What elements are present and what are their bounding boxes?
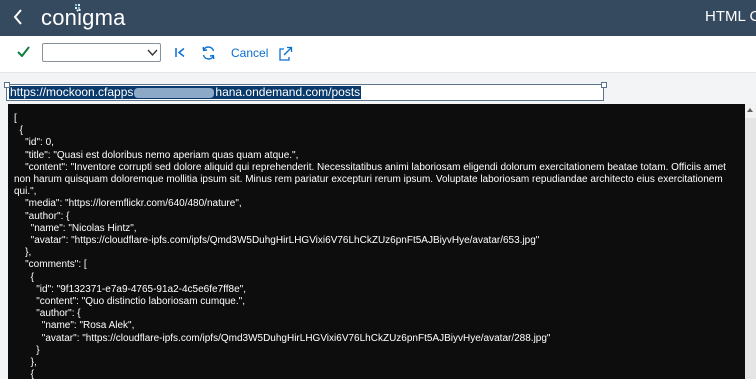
- url-redacted: [134, 87, 215, 98]
- app-header: conigma HTML C: [0, 0, 756, 36]
- json-content: [ { "id": 0, "title": "Quasi est dolorib…: [14, 113, 744, 379]
- code-line: {: [14, 271, 35, 283]
- response-editor[interactable]: [ { "id": 0, "title": "Quasi est dolorib…: [8, 104, 745, 379]
- cancel-button[interactable]: Cancel: [231, 46, 268, 60]
- chevron-down-icon: [147, 49, 158, 57]
- code-line: "author": {: [14, 210, 70, 222]
- back-button[interactable]: [12, 5, 24, 27]
- code-line: [: [14, 113, 17, 124]
- resize-handle-left[interactable]: [4, 82, 10, 88]
- code-line: {: [14, 369, 35, 379]
- resize-handle-right[interactable]: [601, 82, 607, 88]
- page-title: HTML C: [705, 8, 756, 25]
- url-suffix: hana.ondemand.com/posts: [215, 85, 361, 99]
- code-line: "media": "https://loremflickr.com/640/48…: [14, 198, 242, 210]
- code-line: "name": "Rosa Alek",: [14, 320, 135, 332]
- logo-mark-icon: [74, 3, 81, 12]
- url-bar: https://mockoon.cfapps hana.ondemand.com/…: [0, 73, 756, 104]
- chevron-left-icon: [13, 9, 22, 25]
- toolbar: Cancel: [0, 36, 756, 73]
- code-line: {: [14, 125, 23, 137]
- code-line: "avatar": "https://cloudflare-ipfs.com/i…: [14, 235, 540, 247]
- url-prefix: https://mockoon.cfapps: [10, 85, 134, 99]
- code-line: "content": "Quo distinctio laboriosam cu…: [14, 296, 245, 308]
- conigma-logo: conigma: [41, 5, 126, 30]
- url-selected-text: https://mockoon.cfapps hana.ondemand.com/…: [9, 85, 362, 99]
- code-line: "comments": [: [14, 259, 87, 271]
- vertical-scrollbar[interactable]: [745, 104, 756, 379]
- url-input[interactable]: https://mockoon.cfapps hana.ondemand.com/…: [6, 84, 604, 101]
- checkmark-icon[interactable]: [17, 46, 30, 57]
- refresh-icon[interactable]: [201, 46, 216, 60]
- scroll-up-arrow[interactable]: [745, 104, 756, 118]
- code-line: "name": "Nicolas Hintz",: [14, 222, 137, 234]
- view-select[interactable]: [42, 43, 161, 62]
- code-line: },: [14, 247, 32, 259]
- first-page-icon[interactable]: [175, 48, 186, 57]
- code-line: "id": "9f132371-e7a9-4765-91a2-4c5e6fe7f…: [14, 283, 246, 295]
- code-line: }: [14, 344, 40, 356]
- code-line: "avatar": "https://cloudflare-ipfs.com/i…: [14, 332, 551, 344]
- code-line: },: [14, 357, 37, 369]
- code-line: "id": 0,: [14, 137, 54, 149]
- code-line: "title": "Quasi est doloribus nemo aperi…: [14, 149, 299, 161]
- code-line: "content": "Inventore corrupti sed dolor…: [14, 161, 729, 198]
- export-icon[interactable]: [279, 46, 293, 61]
- code-line: "author": {: [14, 308, 81, 320]
